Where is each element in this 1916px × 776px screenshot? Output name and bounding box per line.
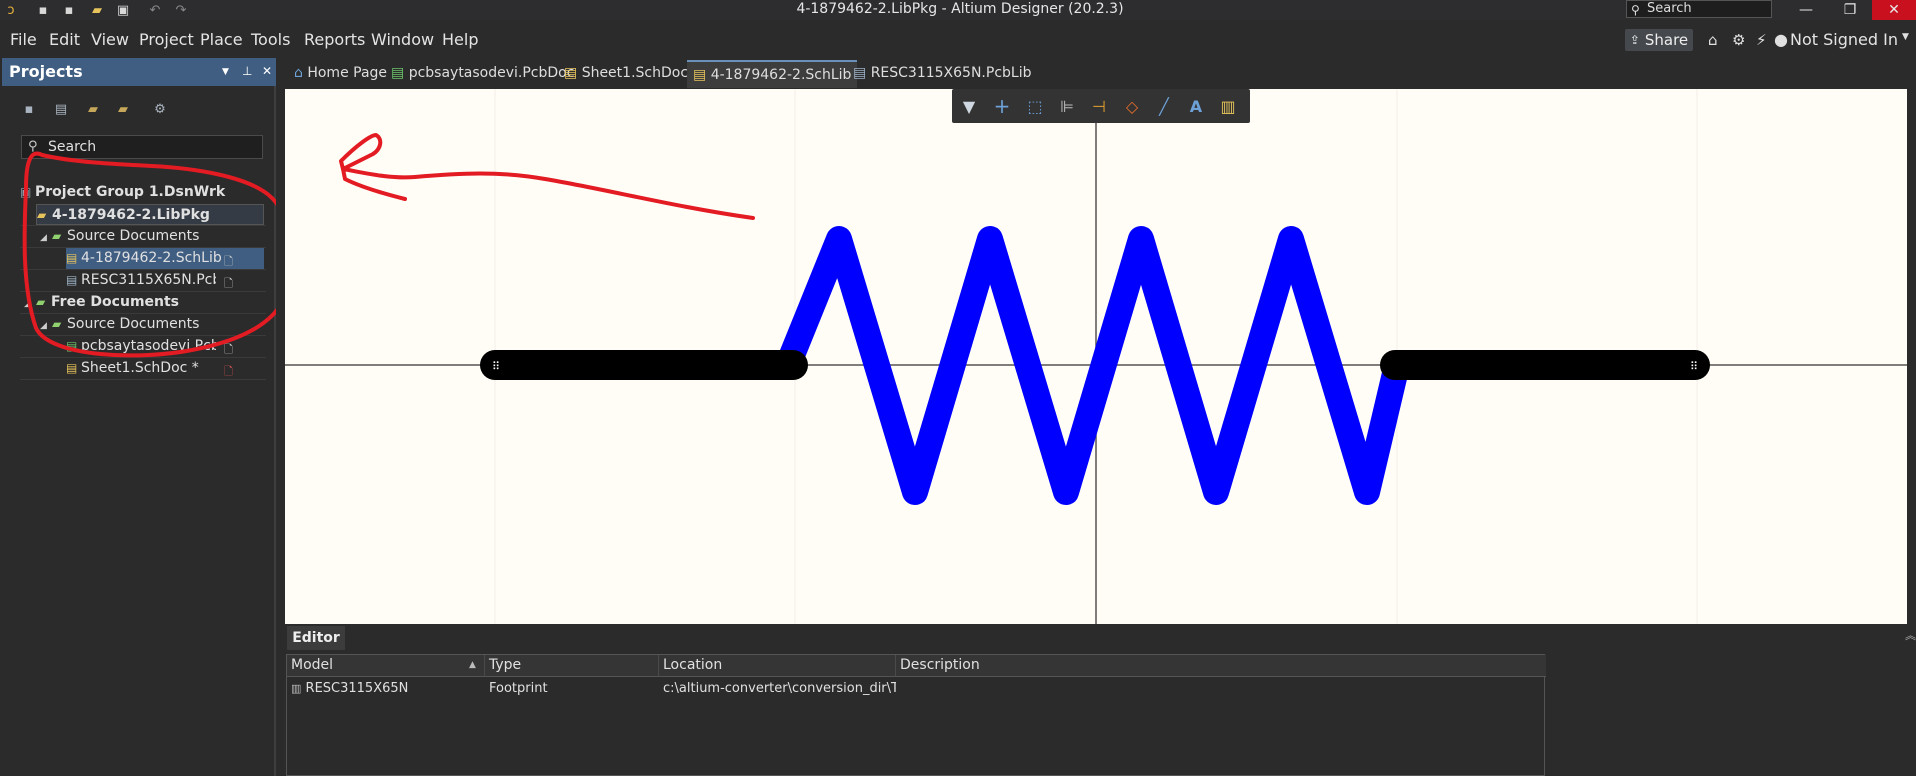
cell-description xyxy=(896,678,1546,699)
place-pin-icon[interactable]: ⊣ xyxy=(1088,96,1110,116)
models-grid: Model ▲ Type Location Description ▥ RESC… xyxy=(286,654,1546,776)
place-line-icon[interactable]: ╱ xyxy=(1153,96,1175,116)
editor-panel: Model ▲ Type Location Description ▥ RESC… xyxy=(285,650,1916,776)
column-header-model[interactable]: Model ▲ xyxy=(287,655,485,677)
pin-right-hotspot-icon: ⠿ xyxy=(1690,360,1698,373)
red-annotation-arrow xyxy=(339,133,755,220)
footprint-icon: ▥ xyxy=(291,682,302,695)
undo-icon[interactable]: ↶ xyxy=(146,2,164,18)
home-icon[interactable]: ⌂ xyxy=(1708,31,1718,49)
menu-bar: File Edit View Project Place Tools Repor… xyxy=(0,22,1916,56)
schdoc-icon: ▤ xyxy=(564,65,578,81)
filter-icon[interactable]: ▼ xyxy=(958,96,980,116)
sign-in-menu[interactable]: Not Signed In xyxy=(1790,30,1898,49)
schematic-canvas[interactable]: ⠿ ⠿ xyxy=(285,89,1907,624)
projects-panel: Projects ▼ ⊥ ✕ ▪ ▤ ▰ ▰ ⚙ ⚲ Search ▣ Proje… xyxy=(2,58,276,776)
tab-schlib[interactable]: ▤ 4-1879462-2.SchLib xyxy=(687,60,858,88)
minimize-button[interactable]: — xyxy=(1784,0,1828,20)
document-tabs: ⌂ Home Page ▤ pcbsaytasodevi.PcbDoc ▤ Sh… xyxy=(284,58,1916,88)
select-area-icon[interactable]: ⬚ xyxy=(1024,96,1046,116)
cell-type: Footprint xyxy=(489,681,548,696)
column-header-description[interactable]: Description xyxy=(896,655,1546,677)
place-text-icon[interactable]: A xyxy=(1185,96,1207,116)
row-divider xyxy=(20,379,266,380)
menu-file[interactable]: File xyxy=(10,30,37,49)
move-cross-icon[interactable]: + xyxy=(991,94,1013,118)
canvas-right-scroll-strip[interactable] xyxy=(1907,89,1916,624)
active-bar: ▼ + ⬚ ⊫ ⊣ ◇ ╱ A ▥ xyxy=(952,89,1250,123)
menu-project[interactable]: Project xyxy=(139,30,194,49)
menu-help[interactable]: Help xyxy=(442,30,478,49)
place-component-icon[interactable]: ▥ xyxy=(1217,96,1239,116)
close-window-button[interactable]: ✕ xyxy=(1872,0,1916,20)
home-page-icon: ⌂ xyxy=(294,65,303,81)
menu-tools[interactable]: Tools xyxy=(251,30,290,49)
share-icon: ⇪ xyxy=(1629,33,1640,47)
menu-edit[interactable]: Edit xyxy=(49,30,80,49)
save-all-icon[interactable]: ▪ xyxy=(60,2,78,18)
global-search-input[interactable]: ⚲ Search xyxy=(1626,0,1772,18)
user-avatar-icon[interactable]: ● xyxy=(1774,30,1788,49)
title-bar: ↄ ▪ ▪ ▰ ▣ ↶ ↷ 4-1879462-2.LibPkg - Altiu… xyxy=(0,0,1916,20)
column-header-type[interactable]: Type xyxy=(485,655,659,677)
sign-in-dropdown-icon[interactable]: ▼ xyxy=(1902,32,1909,42)
save-icon[interactable]: ▪ xyxy=(34,2,52,18)
editor-tab[interactable]: Editor xyxy=(287,626,345,650)
tab-home-page[interactable]: ⌂ Home Page xyxy=(288,60,393,88)
settings-gear-icon[interactable]: ⚙ xyxy=(1732,31,1745,49)
redo-icon[interactable]: ↷ xyxy=(172,2,190,18)
share-button[interactable]: ⇪ Share xyxy=(1625,29,1693,51)
share-label: Share xyxy=(1644,31,1689,49)
align-icon[interactable]: ⊫ xyxy=(1056,96,1078,116)
column-header-location[interactable]: Location xyxy=(659,655,896,677)
cell-location: c:\altium-converter\conversion_dir\Ten xyxy=(663,681,896,696)
tab-pcblib[interactable]: ▤ RESC3115X65N.PcbLib xyxy=(847,60,1037,88)
restore-button[interactable]: ❐ xyxy=(1828,0,1872,20)
place-ieee-icon[interactable]: ◇ xyxy=(1121,96,1143,116)
editor-tab-bar: Editor ︽ xyxy=(285,624,1916,650)
notifications-icon[interactable]: ⚡ xyxy=(1756,31,1767,49)
menu-view[interactable]: View xyxy=(91,30,129,49)
menu-window[interactable]: Window xyxy=(371,30,434,49)
red-annotation-circle xyxy=(22,151,276,358)
window-title: 4-1879462-2.LibPkg - Altium Designer (20… xyxy=(796,1,1124,17)
global-search-placeholder: Search xyxy=(1647,1,1692,16)
tab-pcbdoc[interactable]: ▤ pcbsaytasodevi.PcbDoc xyxy=(385,60,580,88)
sort-ascending-icon: ▲ xyxy=(469,660,476,670)
pin-left-hotspot-icon: ⠿ xyxy=(492,360,500,373)
cell-model: ▥ RESC3115X65N xyxy=(291,681,409,696)
schlib-icon: ▤ xyxy=(693,67,707,83)
open-folder-icon[interactable]: ▰ xyxy=(88,2,106,18)
pin-left xyxy=(480,350,808,380)
menu-place[interactable]: Place xyxy=(200,30,243,49)
search-icon: ⚲ xyxy=(1631,3,1640,17)
pin-right xyxy=(1380,350,1710,380)
expand-panel-icon[interactable]: ︽ xyxy=(1905,627,1916,643)
altium-logo-icon: ↄ xyxy=(7,2,15,18)
open-project-icon[interactable]: ▣ xyxy=(114,2,132,18)
tab-schdoc[interactable]: ▤ Sheet1.SchDoc * xyxy=(558,60,705,88)
pcblib-icon: ▤ xyxy=(853,65,867,81)
pcbdoc-icon: ▤ xyxy=(391,65,405,81)
menu-reports[interactable]: Reports xyxy=(304,30,365,49)
